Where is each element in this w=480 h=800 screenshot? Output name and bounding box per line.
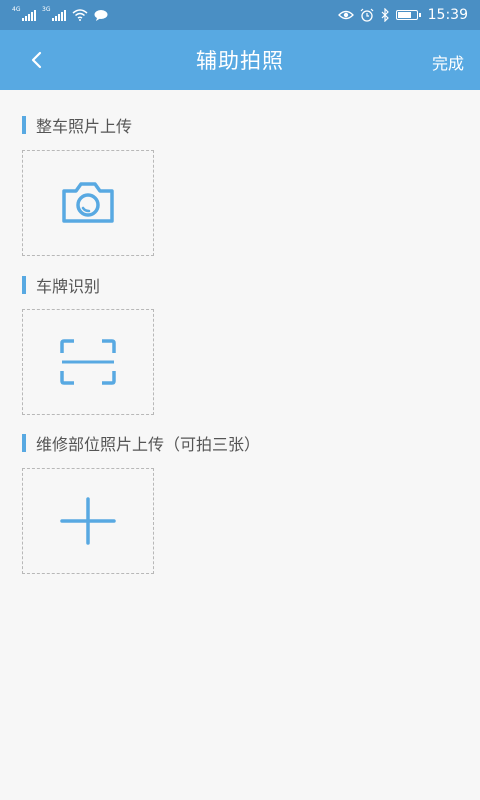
chevron-left-icon — [31, 51, 42, 69]
bluetooth-icon — [381, 8, 389, 22]
section-title: 车牌识别 — [36, 277, 101, 296]
status-bar: 4G 3G 15:39 — [0, 0, 480, 30]
signal-icon: 3G — [42, 6, 66, 21]
section-accent-bar — [22, 116, 26, 134]
repair-photo-add-button[interactable] — [22, 468, 154, 574]
section-accent-bar — [22, 276, 26, 294]
message-icon — [94, 10, 108, 21]
network-type-label: 4G — [12, 6, 21, 13]
alarm-icon — [360, 8, 374, 22]
section-label-repair-photos: 维修部位照片上传（可拍三张） — [22, 431, 260, 455]
battery-icon — [395, 10, 421, 20]
status-time: 15:39 — [427, 7, 468, 23]
done-button[interactable]: 完成 — [432, 50, 464, 74]
app-bar: 辅助拍照 完成 — [0, 30, 480, 90]
signal-icon: 4G — [12, 6, 36, 21]
section-label-vehicle-photo: 整车照片上传 — [22, 113, 132, 137]
plus-icon — [60, 497, 116, 545]
network-type-label: 3G — [42, 6, 51, 13]
wifi-icon — [72, 9, 88, 21]
status-bar-left: 4G 3G — [12, 6, 108, 21]
section-title: 整车照片上传 — [36, 117, 133, 136]
plate-recognition-scan-button[interactable] — [22, 309, 154, 415]
camera-icon — [62, 182, 114, 223]
vehicle-photo-upload-button[interactable] — [22, 150, 154, 256]
section-label-plate-recognition: 车牌识别 — [22, 273, 100, 297]
status-bar-right: 15:39 — [337, 7, 468, 23]
eye-icon — [337, 10, 354, 20]
scan-icon — [60, 339, 116, 385]
section-title: 维修部位照片上传（可拍三张） — [36, 435, 261, 454]
page-title: 辅助拍照 — [196, 49, 284, 73]
section-accent-bar — [22, 434, 26, 452]
back-button[interactable] — [24, 48, 48, 72]
